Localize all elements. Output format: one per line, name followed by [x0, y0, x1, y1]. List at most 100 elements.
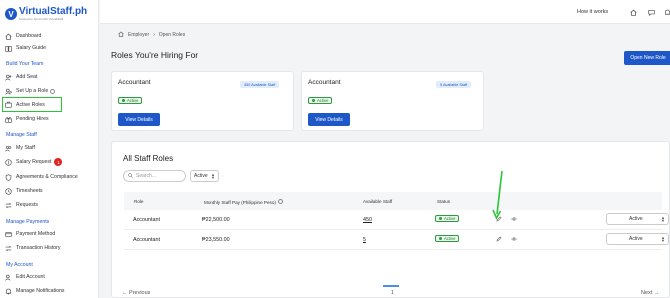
user-gear-icon [5, 88, 12, 95]
sidebar-item-label: Active Roles [16, 101, 45, 108]
section-manage-staff: Manage Staff [6, 132, 37, 138]
row-status-select[interactable]: Active ▲ ▼ [606, 213, 669, 225]
status-label: Active [444, 216, 456, 221]
sidebar-item-salary-request[interactable]: Salary Request 1 [5, 157, 94, 167]
users-icon [5, 145, 12, 152]
row-status-select[interactable]: Active ▲ ▼ [606, 233, 669, 245]
status-label: Active [317, 98, 329, 103]
sidebar-item-timesheets[interactable]: Timesheets [5, 186, 94, 196]
sidebar-item-manage-notifications[interactable]: Manage Notifications [5, 286, 94, 296]
info-icon [277, 199, 283, 204]
breadcrumb: Employer › Open Roles [118, 31, 185, 39]
sidebar-item-label: Set Up a Role [16, 88, 49, 94]
role-cell: Accountant [133, 237, 160, 243]
pay-cell: ₱22,500.00 [202, 217, 230, 223]
section-my-account: My Account [6, 262, 33, 268]
chat-icon[interactable] [648, 9, 655, 17]
brand-logo[interactable]: V VirtualStaff.ph Outsource Smart with V… [5, 7, 87, 21]
sidebar-item-label: Add Seat [16, 74, 38, 80]
status-dot-icon [122, 99, 125, 102]
sidebar-item-set-up-role[interactable]: Set Up a Role [5, 86, 94, 96]
credit-card-icon [5, 231, 12, 238]
top-bar: How it works [100, 0, 670, 24]
status-dot-icon [312, 99, 315, 102]
available-staff-link[interactable]: 5 [363, 237, 366, 243]
role-card-title: Accountant [308, 79, 341, 86]
section-title: All Staff Roles [123, 154, 174, 163]
home-icon[interactable] [118, 31, 124, 39]
status-badge: Active [435, 235, 460, 242]
sidebar-item-payment-method[interactable]: Payment Method [5, 229, 94, 239]
logo-mark-icon: V [5, 8, 17, 20]
bell-icon[interactable] [664, 9, 670, 16]
filter-value: Active [194, 173, 208, 179]
column-header: Status [437, 199, 451, 204]
section-build-your-team: Build Your Team [6, 61, 44, 67]
transfer-icon [5, 245, 12, 252]
annotation-arrow-icon [492, 170, 503, 220]
sidebar-item-label: Payment Method [16, 231, 56, 237]
page-title: Roles You're Hiring For [111, 50, 199, 60]
status-badge: Active [435, 215, 460, 222]
status-filter-select[interactable]: Active ▲ ▼ [190, 170, 219, 182]
sidebar-item-label: My Staff [16, 145, 35, 151]
clock-icon [5, 187, 12, 195]
edit-icon[interactable] [496, 236, 502, 242]
sidebar-item-edit-account[interactable]: Edit Account [5, 272, 94, 282]
table-row: Accountant ₱22,500.00 450 Active Active … [124, 210, 669, 230]
sidebar-item-salary-guide[interactable]: Salary Guide [5, 43, 94, 53]
money-icon [5, 158, 12, 166]
view-details-button[interactable]: View Details [118, 113, 160, 126]
sidebar-item-label: Timesheets [16, 188, 43, 194]
sidebar-item-my-staff[interactable]: My Staff [5, 143, 94, 153]
previous-page-button[interactable]: ← Previous [122, 290, 150, 296]
next-page-button[interactable]: Next → [641, 290, 659, 296]
table-header: Role Monthly Staff Pay (Philippine Peso)… [124, 192, 662, 210]
sidebar-item-agreements[interactable]: Agreements & Compliance [5, 172, 94, 182]
role-card: Accountant 5 Available Staff Active View… [301, 71, 484, 131]
sidebar-item-pending-hires[interactable]: Pending Hires [5, 114, 94, 124]
home-icon[interactable] [630, 9, 637, 16]
user-edit-icon [5, 274, 12, 281]
section-manage-payments: Manage Payments [6, 219, 50, 225]
role-cell: Accountant [133, 217, 160, 223]
pay-cell: ₱23,550.00 [202, 237, 230, 243]
sidebar-item-active-roles[interactable]: Active Roles [2, 97, 62, 112]
open-new-role-button[interactable]: Open New Role [624, 51, 670, 65]
view-details-button[interactable]: View Details [308, 113, 350, 126]
arrows-icon [5, 202, 12, 209]
view-icon[interactable] [511, 216, 517, 222]
column-header: Available Staff [363, 199, 393, 204]
sort-caret-icon: ▲ ▼ [661, 235, 665, 243]
info-icon [50, 88, 56, 94]
status-label: Active [127, 98, 139, 103]
breadcrumb-current: Open Roles [158, 32, 186, 38]
brand-tagline: Outsource Smart with VirtualStaff [19, 17, 64, 21]
available-staff-badge: 450 Available Staff [240, 81, 280, 88]
search-placeholder: Search... [136, 173, 157, 179]
sort-caret-icon: ▲ ▼ [661, 215, 665, 223]
sidebar-item-add-seat[interactable]: Add Seat [5, 72, 94, 82]
search-input[interactable]: Search... [123, 170, 186, 182]
sidebar-item-label: Transaction History [16, 245, 61, 251]
available-staff-link[interactable]: 450 [363, 217, 372, 223]
search-icon [128, 172, 133, 180]
available-staff-badge: 5 Available Staff [436, 81, 472, 88]
sidebar-item-requests[interactable]: Requests [5, 200, 94, 210]
sidebar-item-label: Edit Account [16, 274, 45, 280]
breadcrumb-employer[interactable]: Employer [128, 32, 149, 38]
how-it-works-link[interactable]: How it works [577, 9, 608, 15]
sidebar-item-transaction-history[interactable]: Transaction History [5, 243, 94, 253]
sidebar-item-dashboard[interactable]: Dashboard [5, 31, 94, 41]
status-dot-icon [439, 237, 442, 240]
page-indicator-bar [383, 285, 399, 287]
sidebar: V VirtualStaff.ph Outsource Smart with V… [0, 0, 99, 298]
view-icon[interactable] [511, 236, 517, 242]
brand-name: VirtualStaff.ph [19, 6, 88, 17]
home-icon [5, 33, 12, 40]
sidebar-item-label: Salary Request [16, 159, 52, 165]
briefcase-icon [5, 101, 12, 108]
notification-badge: 1 [54, 158, 63, 166]
page-number[interactable]: 1 [391, 290, 394, 296]
sidebar-item-label: Requests [16, 202, 38, 208]
